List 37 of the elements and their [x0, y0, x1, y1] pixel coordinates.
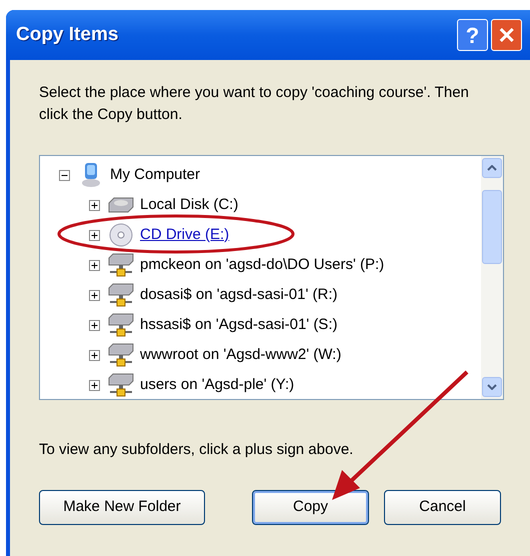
expand-icon[interactable] — [89, 290, 100, 300]
tree-item[interactable]: hssasi$ on 'Agsd-sasi-01' (S:) — [140, 314, 338, 336]
tree-item[interactable]: wwwroot on 'Agsd-www2' (W:) — [140, 344, 342, 366]
expand-icon[interactable] — [89, 260, 100, 270]
help-button[interactable]: ? — [457, 19, 488, 51]
collapse-icon[interactable] — [59, 170, 70, 180]
tree-item[interactable]: users on 'Agsd-ple' (Y:) — [140, 374, 294, 396]
network-drive-icon — [108, 283, 134, 307]
tree-item[interactable]: dosasi$ on 'agsd-sasi-01' (R:) — [140, 284, 338, 306]
expand-icon[interactable] — [89, 320, 100, 330]
close-button[interactable]: ✕ — [491, 19, 522, 51]
instructions-text: Select the place where you want to copy 'coaching course'. Then click the Copy button. — [39, 83, 470, 125]
window-title: Copy Items — [16, 22, 120, 47]
network-drive-icon — [108, 313, 134, 337]
expand-icon[interactable] — [89, 230, 100, 240]
computer-icon — [80, 162, 102, 188]
chevron-down-icon — [487, 384, 497, 390]
dialog-button[interactable]: Make New Folder — [39, 490, 205, 524]
scroll-up-button[interactable] — [482, 158, 502, 178]
expand-icon[interactable] — [89, 380, 100, 390]
tree-item[interactable]: Local Disk (C:) — [140, 194, 238, 216]
chevron-up-icon — [487, 165, 497, 171]
scrollbar[interactable] — [481, 156, 503, 399]
network-drive-icon — [108, 343, 134, 367]
dialog-button[interactable]: Copy — [252, 490, 369, 524]
cd-icon — [109, 223, 133, 247]
expand-icon[interactable] — [89, 200, 100, 210]
network-drive-icon — [108, 253, 134, 277]
hint-text: To view any subfolders, click a plus sign above. — [39, 440, 354, 460]
scroll-down-button[interactable] — [482, 377, 502, 397]
expand-icon[interactable] — [89, 350, 100, 360]
dialog-button[interactable]: Cancel — [384, 490, 501, 524]
tree-item[interactable]: My Computer — [110, 164, 200, 186]
hard-drive-icon — [108, 197, 134, 213]
network-drive-icon — [108, 373, 134, 397]
scroll-thumb[interactable] — [482, 190, 502, 264]
tree-item[interactable]: pmckeon on 'agsd-do\DO Users' (P:) — [140, 254, 384, 276]
